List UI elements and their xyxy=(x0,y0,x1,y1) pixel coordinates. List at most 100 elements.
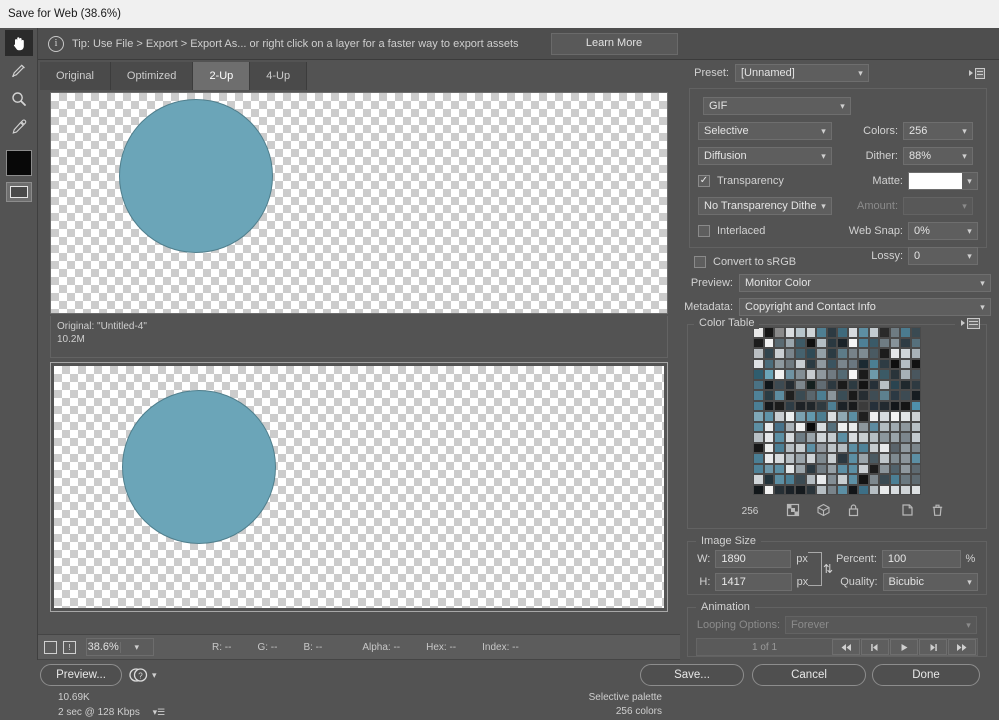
new-color-icon[interactable] xyxy=(892,503,922,520)
color-swatch[interactable] xyxy=(900,400,911,411)
color-swatch[interactable] xyxy=(837,411,848,422)
color-swatch[interactable] xyxy=(868,337,879,348)
color-swatch[interactable] xyxy=(805,348,816,359)
color-swatch[interactable] xyxy=(847,453,858,464)
color-swatch[interactable] xyxy=(847,400,858,411)
color-swatch[interactable] xyxy=(879,337,890,348)
color-swatch[interactable] xyxy=(889,432,900,443)
color-swatch[interactable] xyxy=(816,358,827,369)
tab-original[interactable]: Original xyxy=(40,62,111,90)
color-swatch[interactable] xyxy=(889,337,900,348)
web-snap-select[interactable]: 0% ▾ xyxy=(908,222,978,240)
preview-button[interactable]: Preview... xyxy=(40,664,122,686)
color-swatch[interactable] xyxy=(826,463,837,474)
color-swatch[interactable] xyxy=(753,358,764,369)
preview-profile-select[interactable]: Monitor Color ▾ xyxy=(739,274,991,292)
color-swatch[interactable] xyxy=(763,337,774,348)
eyedropper-tool[interactable] xyxy=(5,114,33,140)
delete-color-icon[interactable] xyxy=(922,503,952,520)
color-swatch[interactable] xyxy=(784,348,795,359)
color-swatch[interactable] xyxy=(837,358,848,369)
color-swatch[interactable] xyxy=(784,463,795,474)
color-swatch[interactable] xyxy=(826,484,837,495)
color-table-swatches[interactable] xyxy=(753,327,921,495)
color-swatch[interactable] xyxy=(868,411,879,422)
color-swatch[interactable] xyxy=(900,463,911,474)
color-swatch[interactable] xyxy=(889,484,900,495)
color-swatch[interactable] xyxy=(774,432,785,443)
cancel-button[interactable]: Cancel xyxy=(752,664,866,686)
color-swatch[interactable] xyxy=(868,484,879,495)
color-swatch[interactable] xyxy=(847,442,858,453)
next-frame-button[interactable] xyxy=(919,639,947,655)
matte-select[interactable]: ▾ xyxy=(908,172,978,190)
color-swatch[interactable] xyxy=(774,442,785,453)
color-swatch[interactable] xyxy=(847,369,858,380)
preset-panel-menu-icon[interactable] xyxy=(969,67,985,80)
color-swatch[interactable] xyxy=(784,442,795,453)
preview-device-select[interactable]: ? ▾ xyxy=(128,664,166,686)
color-swatch[interactable] xyxy=(868,432,879,443)
color-swatch[interactable] xyxy=(879,463,890,474)
color-swatch[interactable] xyxy=(816,432,827,443)
tab-2up[interactable]: 2-Up xyxy=(193,62,251,90)
tab-4up[interactable]: 4-Up xyxy=(250,62,308,90)
color-swatch[interactable] xyxy=(858,442,869,453)
color-swatch[interactable] xyxy=(763,442,774,453)
zoom-tool[interactable] xyxy=(5,86,33,112)
color-swatch[interactable] xyxy=(753,442,764,453)
color-swatch[interactable] xyxy=(795,421,806,432)
color-swatch[interactable] xyxy=(826,358,837,369)
color-swatch[interactable] xyxy=(774,348,785,359)
color-swatch[interactable] xyxy=(826,453,837,464)
color-swatch[interactable] xyxy=(763,474,774,485)
color-swatch[interactable] xyxy=(879,453,890,464)
color-swatch[interactable] xyxy=(816,390,827,401)
color-swatch[interactable] xyxy=(910,474,921,485)
color-swatch[interactable] xyxy=(795,484,806,495)
color-swatch[interactable] xyxy=(868,400,879,411)
color-swatch[interactable] xyxy=(795,358,806,369)
color-swatch[interactable] xyxy=(763,369,774,380)
color-swatch[interactable] xyxy=(889,348,900,359)
color-swatch[interactable] xyxy=(774,453,785,464)
color-swatch[interactable] xyxy=(753,421,764,432)
color-swatch[interactable] xyxy=(784,421,795,432)
color-swatch[interactable] xyxy=(858,484,869,495)
color-swatch[interactable] xyxy=(837,369,848,380)
transparency-dither-select[interactable]: No Transparency Dither ▾ xyxy=(698,197,832,215)
color-swatch[interactable] xyxy=(910,463,921,474)
color-swatch[interactable] xyxy=(889,421,900,432)
done-button[interactable]: Done xyxy=(872,664,980,686)
color-swatch[interactable] xyxy=(847,421,858,432)
color-swatch[interactable] xyxy=(858,337,869,348)
color-swatch[interactable] xyxy=(889,358,900,369)
color-swatch[interactable] xyxy=(784,484,795,495)
color-swatch[interactable] xyxy=(763,453,774,464)
optimized-preview-pane[interactable] xyxy=(50,362,668,612)
color-swatch[interactable] xyxy=(784,453,795,464)
color-swatch[interactable] xyxy=(858,400,869,411)
color-swatch[interactable] xyxy=(837,442,848,453)
color-swatch[interactable] xyxy=(910,390,921,401)
color-swatch[interactable] xyxy=(805,337,816,348)
color-swatch[interactable] xyxy=(816,453,827,464)
color-swatch[interactable] xyxy=(795,453,806,464)
color-swatch[interactable] xyxy=(763,432,774,443)
color-swatch[interactable] xyxy=(774,400,785,411)
color-swatch[interactable] xyxy=(753,484,764,495)
color-swatch[interactable] xyxy=(879,442,890,453)
color-swatch[interactable] xyxy=(868,358,879,369)
select-download-rate-button[interactable]: ! xyxy=(63,640,76,654)
color-swatch[interactable] xyxy=(868,390,879,401)
color-swatch[interactable] xyxy=(879,379,890,390)
color-swatch[interactable] xyxy=(900,442,911,453)
color-swatch[interactable] xyxy=(889,474,900,485)
color-swatch[interactable] xyxy=(816,484,827,495)
color-swatch[interactable] xyxy=(900,474,911,485)
color-swatch[interactable] xyxy=(826,421,837,432)
cube-icon[interactable] xyxy=(808,503,838,520)
color-swatch[interactable] xyxy=(910,442,921,453)
color-swatch[interactable] xyxy=(774,390,785,401)
lock-icon[interactable] xyxy=(838,503,868,520)
